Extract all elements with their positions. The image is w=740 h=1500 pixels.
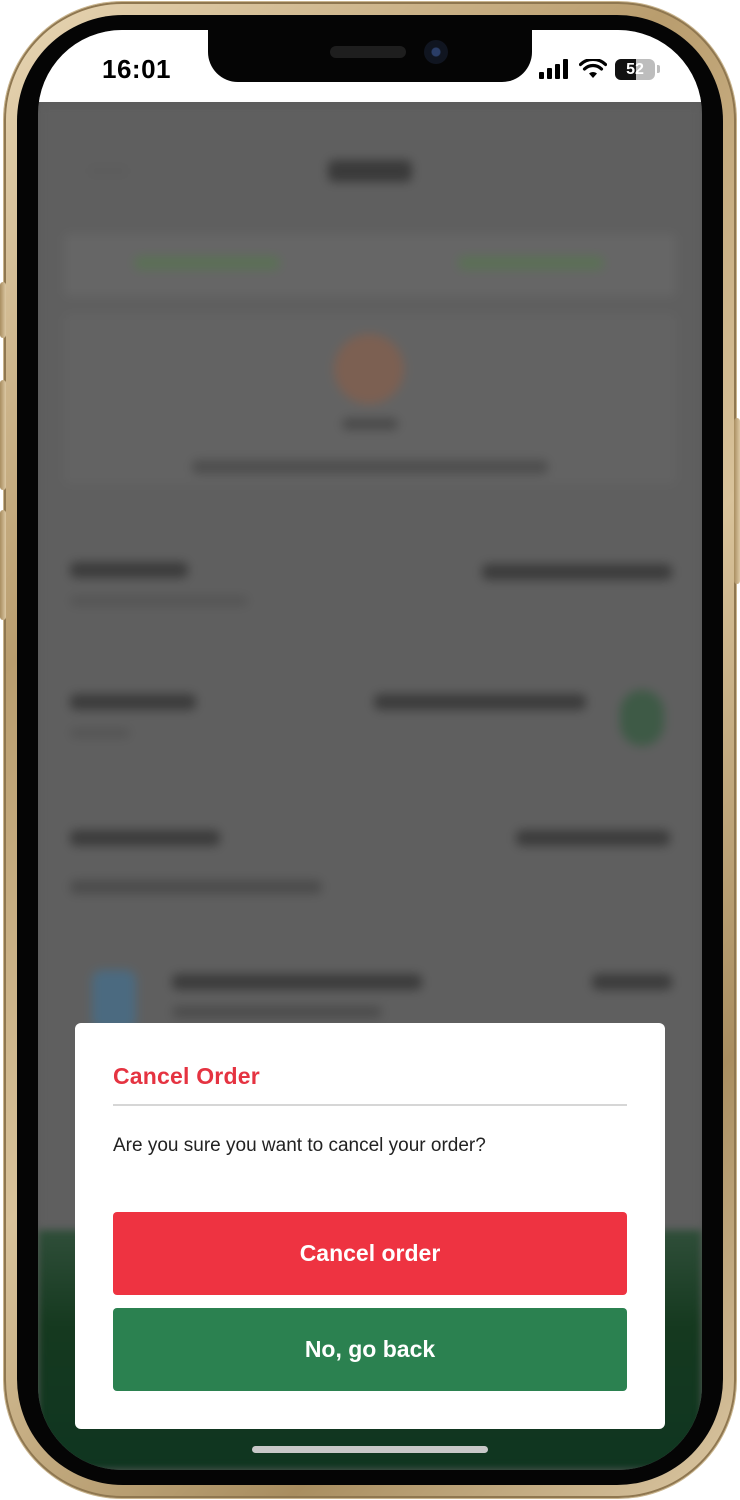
tab-placeholder	[134, 256, 280, 270]
volume-up-button	[0, 380, 6, 490]
text-placeholder	[374, 694, 586, 710]
status-bar: 16:01 52	[38, 30, 702, 102]
cancel-order-dialog: Cancel Order Are you sure you want to ca…	[75, 1023, 665, 1429]
text-placeholder	[192, 460, 548, 474]
go-back-button[interactable]: No, go back	[113, 1308, 627, 1391]
text-placeholder	[516, 830, 670, 846]
text-placeholder	[70, 880, 322, 894]
text-placeholder	[70, 728, 130, 738]
restaurant-logo-placeholder	[334, 334, 404, 404]
text-placeholder	[592, 974, 672, 990]
cancel-order-button[interactable]: Cancel order	[113, 1212, 627, 1295]
volume-down-button	[0, 510, 6, 620]
text-placeholder	[172, 974, 422, 990]
dialog-message: Are you sure you want to cancel your ord…	[113, 1135, 486, 1156]
status-time: 16:01	[102, 54, 171, 84]
battery-tip	[657, 65, 660, 73]
text-placeholder	[482, 564, 672, 580]
battery-icon: 52	[615, 58, 655, 80]
dialog-title: Cancel Order	[113, 1063, 260, 1089]
text-placeholder	[70, 830, 220, 846]
dialog-divider	[113, 1104, 627, 1106]
flag-placeholder	[620, 690, 664, 746]
power-button	[734, 418, 740, 584]
text-placeholder	[70, 694, 196, 710]
text-placeholder	[172, 1006, 382, 1018]
back-arrow-icon	[88, 167, 128, 175]
tab-placeholder	[458, 256, 604, 270]
text-placeholder	[70, 562, 188, 578]
home-indicator[interactable]	[252, 1446, 488, 1453]
status-icons: 52	[539, 58, 660, 80]
front-camera	[424, 40, 448, 64]
cellular-signal-icon	[539, 59, 568, 79]
speaker-grille	[330, 46, 406, 58]
battery-level: 52	[626, 60, 644, 78]
text-placeholder	[342, 418, 398, 430]
notch	[208, 30, 532, 82]
text-placeholder	[70, 596, 248, 606]
wifi-icon	[579, 59, 607, 78]
item-image-placeholder	[92, 970, 136, 1030]
mute-switch	[0, 282, 6, 338]
header-title-placeholder	[328, 160, 412, 182]
